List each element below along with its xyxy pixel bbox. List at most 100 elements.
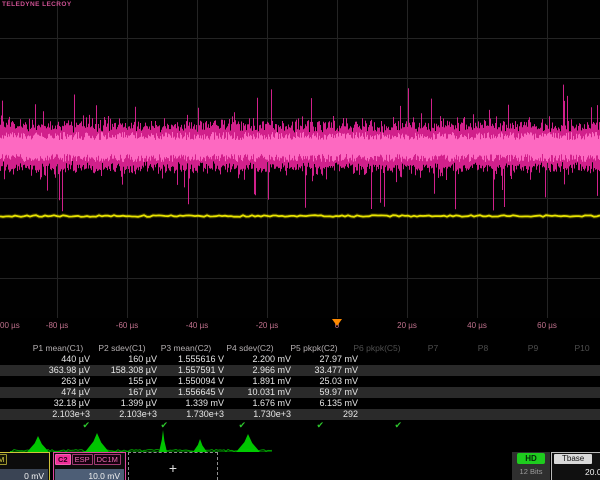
c2-esp-badge: ESP xyxy=(72,454,93,465)
c1-descriptor[interactable]: DC1M 0 mV xyxy=(0,452,50,480)
oscilloscope-screen: TELEDYNE LECROY 00 µs -80 µs -60 µs -40 µs -… xyxy=(0,0,600,480)
measure-cell xyxy=(479,387,532,398)
table-row: 363.98 µV158.308 µV1.557591 V2.966 mV33.… xyxy=(0,365,600,376)
measure-cell xyxy=(585,354,600,365)
hd-badge[interactable]: HD xyxy=(517,453,545,464)
c1-coupling-badge: DC1M xyxy=(0,454,7,465)
measure-cell xyxy=(361,387,426,398)
measure-cell: 474 µV xyxy=(26,387,93,398)
measure-cell xyxy=(426,354,479,365)
measure-cell: 1.339 mV xyxy=(160,398,227,409)
measure-cell: 2.966 mV xyxy=(227,365,294,376)
measure-cell: 440 µV xyxy=(26,354,93,365)
measure-cell: 155 µV xyxy=(93,376,160,387)
measure-cell xyxy=(479,365,532,376)
measure-cell: 1.730e+3 xyxy=(227,409,294,420)
add-trace-button[interactable]: + xyxy=(128,452,218,480)
measure-cell xyxy=(585,376,600,387)
measure-cell: 363.98 µV xyxy=(26,365,93,376)
measure-column-header[interactable]: P9 xyxy=(508,343,558,354)
trigger-position-marker[interactable] xyxy=(332,319,342,326)
table-row: 2.103e+32.103e+31.730e+31.730e+3292 xyxy=(0,409,600,420)
measure-cell: 160 µV xyxy=(93,354,160,365)
measure-column-header[interactable]: P3 mean(C2) xyxy=(154,343,218,354)
measure-column-header[interactable]: P10 xyxy=(558,343,600,354)
measure-cell xyxy=(361,376,426,387)
tbase-value: 20.0 µs xyxy=(585,467,600,477)
measure-cell xyxy=(361,365,426,376)
measure-column-header[interactable]: P4 sdev(C2) xyxy=(218,343,282,354)
measure-cell xyxy=(361,409,426,420)
status-bar: DC1M 0 mV C2 ESP DC1M 10.0 mV + HD 12 Bi… xyxy=(0,452,600,480)
measure-cell xyxy=(479,376,532,387)
table-row: 440 µV160 µV1.555616 V2.200 mV27.97 mV xyxy=(0,354,600,365)
measure-cell xyxy=(361,398,426,409)
measure-cell xyxy=(426,365,479,376)
measure-cell xyxy=(585,409,600,420)
measure-cell xyxy=(585,365,600,376)
measure-column-header[interactable]: P8 xyxy=(458,343,508,354)
measure-cell: 27.97 mV xyxy=(294,354,361,365)
measure-column-header[interactable]: P6 pkpk(C5) xyxy=(346,343,408,354)
measure-cell: 59.97 mV xyxy=(294,387,361,398)
measure-cell xyxy=(532,376,585,387)
table-row: 263 µV155 µV1.550094 V1.891 mV25.03 mV xyxy=(0,376,600,387)
measure-cell: 158.308 µV xyxy=(93,365,160,376)
measure-cell xyxy=(426,409,479,420)
measure-cell: 6.135 mV xyxy=(294,398,361,409)
hd-bits-label: 12 Bits xyxy=(512,467,550,476)
measure-cell: 292 xyxy=(294,409,361,420)
time-axis-label: -80 µs xyxy=(46,321,68,330)
plus-icon: + xyxy=(169,460,177,476)
waveform-svg xyxy=(0,0,600,318)
measure-cell xyxy=(532,387,585,398)
measure-cell xyxy=(532,365,585,376)
measure-cell: 25.03 mV xyxy=(294,376,361,387)
c2-descriptor[interactable]: C2 ESP DC1M 10.0 mV xyxy=(53,452,126,480)
table-row: 474 µV167 µV1.556645 V10.031 mV59.97 mV xyxy=(0,387,600,398)
c1-scale: 0 mV xyxy=(0,469,48,480)
measure-cell xyxy=(426,387,479,398)
measure-cell: 1.730e+3 xyxy=(160,409,227,420)
measure-column-header[interactable]: P2 sdev(C1) xyxy=(90,343,154,354)
time-axis-label: 00 µs xyxy=(0,321,20,330)
measure-cell: 1.555616 V xyxy=(160,354,227,365)
measure-cell xyxy=(585,387,600,398)
measure-cell: 1.556645 V xyxy=(160,387,227,398)
measure-cell: 1.399 µV xyxy=(93,398,160,409)
measure-cell: 2.200 mV xyxy=(227,354,294,365)
measure-cell xyxy=(532,354,585,365)
c2-coupling-badge: DC1M xyxy=(94,454,121,465)
measure-column-header[interactable]: P1 mean(C1) xyxy=(26,343,90,354)
c2-badge[interactable]: C2 xyxy=(55,454,71,465)
time-axis-label: 20 µs xyxy=(397,321,417,330)
time-axis-label: -40 µs xyxy=(186,321,208,330)
measure-cell: 1.557591 V xyxy=(160,365,227,376)
measure-cell: 2.103e+3 xyxy=(93,409,160,420)
measure-cell: 10.031 mV xyxy=(227,387,294,398)
waveform-grid: TELEDYNE LECROY xyxy=(0,0,600,318)
measure-cell: 1.891 mV xyxy=(227,376,294,387)
brand-watermark: TELEDYNE LECROY xyxy=(2,1,72,8)
measure-cell: 167 µV xyxy=(93,387,160,398)
measure-cell xyxy=(426,376,479,387)
measure-cell: 33.477 mV xyxy=(294,365,361,376)
tbase-descriptor[interactable]: Tbase 20.0 µs xyxy=(551,452,600,480)
time-axis-label: 40 µs xyxy=(467,321,487,330)
measure-cell xyxy=(426,398,479,409)
table-row: 32.18 µV1.399 µV1.339 mV1.676 mV6.135 mV xyxy=(0,398,600,409)
measure-cell: 32.18 µV xyxy=(26,398,93,409)
tbase-label: Tbase xyxy=(554,454,592,464)
time-axis-label: -60 µs xyxy=(116,321,138,330)
measure-cell xyxy=(585,398,600,409)
time-axis: 00 µs-80 µs-60 µs-40 µs-20 µs020 µs40 µs… xyxy=(0,318,600,334)
measure-cell xyxy=(532,409,585,420)
measure-cell xyxy=(479,354,532,365)
time-axis-label: -20 µs xyxy=(256,321,278,330)
measure-column-header[interactable]: P7 xyxy=(408,343,458,354)
c2-scale: 10.0 mV xyxy=(55,469,124,480)
measure-cell xyxy=(532,398,585,409)
measure-column-header[interactable]: P5 pkpk(C2) xyxy=(282,343,346,354)
measure-cell xyxy=(479,409,532,420)
measure-cell xyxy=(479,398,532,409)
